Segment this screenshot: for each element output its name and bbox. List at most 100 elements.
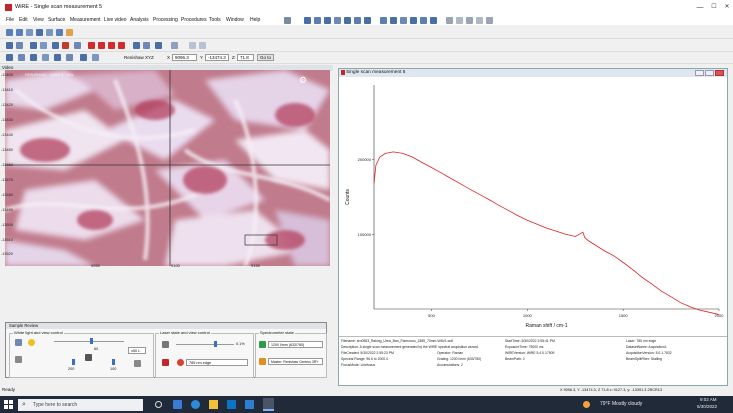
grid-icon[interactable] <box>16 42 23 49</box>
menu-processing[interactable]: Processing <box>153 17 178 23</box>
laser-select[interactable]: 785 nm edge <box>186 359 248 366</box>
menu-tools[interactable]: Tools <box>209 17 221 23</box>
menu-edit[interactable]: Edit <box>19 17 28 23</box>
scale-icon[interactable] <box>155 42 162 49</box>
spectrum-close-button[interactable] <box>715 70 724 76</box>
objective-icon[interactable] <box>314 17 321 24</box>
zoom-out-icon[interactable] <box>16 29 23 36</box>
spectrum-chart[interactable]: 500 1000 1500 2000100000200000Raman shift /… <box>339 77 727 339</box>
stage-icon[interactable] <box>304 17 311 24</box>
stage-move-icon[interactable] <box>18 54 25 61</box>
camera-icon[interactable] <box>15 339 22 346</box>
menu-surface[interactable]: Surface <box>48 17 65 23</box>
pause-icon[interactable] <box>456 17 463 24</box>
brightness-slider-track[interactable] <box>54 341 124 342</box>
step-icon[interactable] <box>476 17 483 24</box>
grating-select[interactable]: 1200 l/mm (633/780) <box>268 341 323 348</box>
minimize-button[interactable]: — <box>693 3 707 12</box>
table-icon[interactable] <box>171 42 178 49</box>
laser-shutter-icon[interactable] <box>162 341 169 348</box>
menu-window[interactable]: Window <box>226 17 244 23</box>
target-icon[interactable] <box>62 42 69 49</box>
laser-power-slider-thumb[interactable] <box>214 341 217 347</box>
snapshot-icon[interactable] <box>40 42 47 49</box>
stage-home-icon[interactable] <box>6 54 13 61</box>
video-icon[interactable] <box>30 42 37 49</box>
autofocus-icon[interactable] <box>42 54 49 61</box>
laser-on-icon[interactable] <box>177 359 184 366</box>
cursor-icon[interactable] <box>56 29 63 36</box>
spectrum-minimize-button[interactable] <box>695 70 704 76</box>
lamp-icon[interactable] <box>28 339 35 346</box>
spectrum-maximize-button[interactable] <box>705 70 714 76</box>
arrow-up-icon[interactable] <box>88 42 95 49</box>
objective-select[interactable]: x50 L <box>128 347 146 354</box>
detector-icon[interactable] <box>430 17 437 24</box>
stop-icon[interactable] <box>466 17 473 24</box>
file-explorer-icon[interactable] <box>209 400 218 409</box>
mail-icon[interactable] <box>245 400 254 409</box>
search-box[interactable]: ⌕ Type here to search <box>18 399 143 411</box>
tile-icon[interactable] <box>74 42 81 49</box>
queue-icon[interactable] <box>486 17 493 24</box>
edit-icon[interactable] <box>380 17 387 24</box>
montage-icon[interactable] <box>52 42 59 49</box>
measure-icon[interactable] <box>66 29 73 36</box>
image-icon[interactable] <box>133 42 140 49</box>
close-button[interactable]: ✕ <box>720 3 733 12</box>
filter-icon[interactable] <box>134 360 141 367</box>
select-icon[interactable] <box>46 29 53 36</box>
menu-file[interactable]: File <box>6 17 14 23</box>
wire-taskbar-icon[interactable] <box>263 398 274 411</box>
goto-button[interactable]: Go to <box>257 54 274 61</box>
video-image[interactable]: RENISHAW · WiRE 5 · 50x ⚙ <box>5 70 330 266</box>
menu-procedures[interactable]: Procedures <box>181 17 207 23</box>
master-select[interactable]: Master: Renishaw Centrus 3RY <box>268 358 323 365</box>
menu-help[interactable]: Help <box>250 17 260 23</box>
arrow-right-icon[interactable] <box>108 42 115 49</box>
position-icon[interactable] <box>66 54 73 61</box>
filter-icon[interactable] <box>420 17 427 24</box>
stage-lock-icon[interactable] <box>30 54 37 61</box>
laser-icon[interactable] <box>354 17 361 24</box>
gain-slider-thumb[interactable] <box>112 359 115 365</box>
brightness-icon[interactable] <box>15 356 22 363</box>
pan-icon[interactable] <box>26 29 33 36</box>
z-position-field[interactable]: 71.8 <box>237 54 254 61</box>
contrast-icon[interactable] <box>85 354 92 361</box>
recall-position-icon[interactable] <box>92 54 99 61</box>
light-icon[interactable] <box>344 17 351 24</box>
y-position-field[interactable]: -13474.3 <box>205 54 229 61</box>
run-icon[interactable] <box>446 17 453 24</box>
camera-icon[interactable] <box>334 17 341 24</box>
maximize-button[interactable]: ☐ <box>707 3 721 12</box>
menu-live-video[interactable]: Live video <box>104 17 127 23</box>
window-icon[interactable] <box>199 42 206 49</box>
arrow-left-icon[interactable] <box>98 42 105 49</box>
store-icon[interactable] <box>227 400 236 409</box>
brightness-slider-thumb[interactable] <box>90 338 93 344</box>
grating-icon[interactable] <box>410 17 417 24</box>
hardware-icon[interactable] <box>284 17 291 24</box>
settings-icon[interactable] <box>390 17 397 24</box>
fit-icon[interactable] <box>36 29 43 36</box>
layout-icon[interactable] <box>189 42 196 49</box>
shutter-icon[interactable] <box>364 17 371 24</box>
exposure-slider-thumb[interactable] <box>72 359 75 365</box>
x-position-field[interactable]: 9096.3 <box>172 54 197 61</box>
save-position-icon[interactable] <box>80 54 87 61</box>
calibrate-icon[interactable] <box>400 17 407 24</box>
menu-measurement[interactable]: Measurement <box>70 17 101 23</box>
task-view-icon[interactable] <box>155 401 162 408</box>
windows-start-icon[interactable] <box>4 400 13 409</box>
arrow-down-icon[interactable] <box>118 42 125 49</box>
overlay-icon[interactable] <box>143 42 150 49</box>
laser-power-slider-track[interactable] <box>176 344 234 345</box>
focus-icon[interactable] <box>324 17 331 24</box>
menu-analysis[interactable]: Analysis <box>130 17 149 23</box>
edge-icon[interactable] <box>173 400 182 409</box>
gear-icon[interactable]: ⚙ <box>299 76 308 85</box>
browser-icon[interactable] <box>191 400 200 409</box>
joystick-icon[interactable] <box>54 54 61 61</box>
zoom-in-icon[interactable] <box>6 29 13 36</box>
